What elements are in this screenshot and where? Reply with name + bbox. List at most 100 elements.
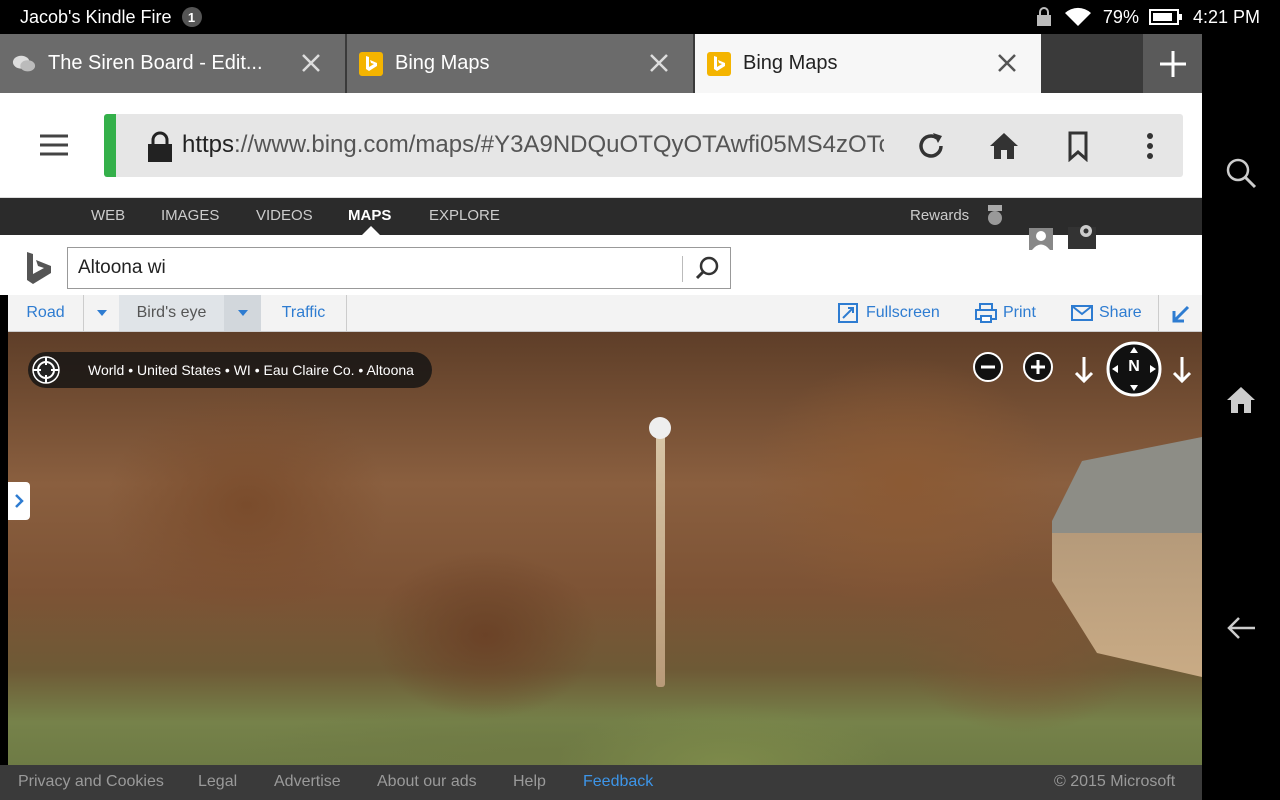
bing-icon	[707, 51, 731, 76]
footer-link-privacy[interactable]: Privacy and Cookies	[18, 773, 164, 791]
search-icon[interactable]	[1225, 157, 1257, 189]
nav-videos[interactable]: VIDEOS	[256, 207, 313, 224]
url-text[interactable]: https://www.bing.com/maps/#Y3A9NDQuOTQyO…	[182, 131, 884, 159]
url-path: ://www.bing.com/maps/#Y3A9NDQuOTQyOTAwfi…	[234, 131, 884, 158]
device-name: Jacob's Kindle Fire	[20, 6, 172, 27]
road-label: Road	[26, 304, 65, 321]
new-tab-button[interactable]	[1143, 34, 1202, 93]
map-view[interactable]: World • United States • WI • Eau Claire …	[8, 332, 1202, 765]
search-row	[0, 225, 1202, 295]
tab-bing-maps-1[interactable]: Bing Maps	[347, 34, 693, 93]
profile-icon[interactable]	[1028, 227, 1054, 251]
url-protocol: https	[182, 131, 235, 158]
footer-link-advertise[interactable]: Advertise	[274, 773, 341, 791]
search-icon[interactable]	[694, 255, 720, 281]
search-input[interactable]	[78, 256, 678, 280]
settings-gear-icon[interactable]	[1066, 221, 1098, 251]
clock: 4:21 PM	[1192, 6, 1260, 27]
footer-link-feedback[interactable]: Feedback	[583, 773, 653, 791]
print-label: Print	[1003, 304, 1036, 321]
status-bar: Jacob's Kindle Fire 1 79% 4:21 PM	[0, 0, 1280, 34]
copyright: © 2015 Microsoft	[1054, 773, 1176, 790]
birds-eye-dropdown[interactable]	[224, 295, 261, 331]
lock-status-icon	[1036, 7, 1051, 26]
search-box[interactable]	[67, 247, 731, 289]
search-divider	[682, 256, 683, 282]
share-label: Share	[1099, 304, 1142, 321]
printer-icon	[975, 303, 997, 323]
rewards-medal-icon[interactable]	[984, 204, 1006, 226]
bing-icon	[359, 51, 383, 76]
birds-eye-button[interactable]: Bird's eye	[119, 295, 224, 331]
location-breadcrumb[interactable]: World • United States • WI • Eau Claire …	[28, 352, 432, 388]
bookmark-icon[interactable]	[1062, 130, 1094, 162]
locate-me-icon[interactable]	[30, 354, 62, 386]
rewards-link[interactable]: Rewards	[910, 207, 969, 224]
birds-eye-label: Bird's eye	[136, 304, 207, 321]
rotate-left-arrow-icon[interactable]	[1068, 353, 1100, 385]
notification-badge: 1	[181, 7, 202, 27]
chevron-down-icon	[237, 310, 248, 316]
close-tab-icon[interactable]	[647, 51, 671, 75]
print-button[interactable]: Print	[975, 295, 1036, 331]
bing-logo-icon[interactable]	[24, 251, 54, 285]
tab-bing-maps-active[interactable]: Bing Maps	[695, 34, 1041, 93]
battery-percent: 79%	[1102, 6, 1139, 27]
traffic-label: Traffic	[281, 304, 326, 321]
footer-link-help[interactable]: Help	[513, 773, 546, 791]
compass[interactable]: N	[1106, 341, 1162, 397]
home-icon[interactable]	[1225, 384, 1257, 416]
tab-siren-board[interactable]: The Siren Board - Edit...	[0, 34, 345, 93]
status-right: 79% 4:21 PM	[1035, 0, 1260, 34]
system-nav-bar	[1202, 34, 1280, 800]
home-icon[interactable]	[988, 130, 1020, 162]
footer-link-about-ads[interactable]: About our ads	[377, 773, 477, 791]
road-dropdown[interactable]	[84, 295, 119, 331]
zoom-in-icon[interactable]	[1022, 351, 1054, 383]
wifi-icon	[1064, 7, 1091, 26]
toolbar-divider	[346, 295, 347, 331]
light-pole-lamp	[649, 417, 671, 439]
light-pole	[656, 422, 665, 687]
secure-lock-icon	[148, 131, 172, 162]
footer-link-legal[interactable]: Legal	[198, 773, 237, 791]
active-nav-caret	[362, 226, 380, 235]
screen: Jacob's Kindle Fire 1 79% 4:21 PM The Si…	[0, 0, 1280, 800]
traffic-button[interactable]: Traffic	[261, 295, 346, 331]
nav-web[interactable]: WEB	[91, 207, 125, 224]
back-arrow-icon[interactable]	[1225, 612, 1257, 644]
rotate-right-arrow-icon[interactable]	[1166, 353, 1198, 385]
fullscreen-button[interactable]: Fullscreen	[838, 295, 940, 331]
hamburger-menu-icon[interactable]	[38, 131, 70, 159]
road-view-button[interactable]: Road	[8, 295, 83, 331]
chevron-down-icon	[96, 310, 107, 316]
reload-icon[interactable]	[915, 130, 947, 162]
tab-title: The Siren Board - Edit...	[48, 52, 263, 74]
side-panel-toggle[interactable]	[8, 482, 30, 520]
compass-north-label: N	[1128, 358, 1140, 375]
share-button[interactable]: Share	[1071, 295, 1142, 331]
collapse-arrow-icon[interactable]	[1171, 304, 1191, 324]
envelope-icon	[1071, 305, 1093, 321]
page-footer: Privacy and Cookies Legal Advertise Abou…	[0, 765, 1202, 800]
overflow-menu-icon[interactable]	[1134, 130, 1166, 162]
battery-icon	[1148, 9, 1182, 25]
tab-bar: The Siren Board - Edit... Bing Maps Bing…	[0, 34, 1202, 93]
tab-title: Bing Maps	[395, 52, 490, 74]
plus-icon	[1159, 50, 1186, 77]
toolbar-divider	[1158, 295, 1159, 331]
chevron-right-icon	[15, 494, 24, 508]
zoom-out-icon[interactable]	[972, 351, 1004, 383]
house-roof	[1052, 437, 1202, 677]
nav-images[interactable]: IMAGES	[161, 207, 219, 224]
tab-title: Bing Maps	[743, 52, 838, 74]
breadcrumb-text: World • United States • WI • Eau Claire …	[88, 362, 414, 378]
fullscreen-label: Fullscreen	[866, 304, 940, 321]
close-tab-icon[interactable]	[995, 51, 1019, 75]
map-toolbar: Road Bird's eye Traffic Fullscreen Print…	[8, 295, 1202, 332]
close-tab-icon[interactable]	[299, 51, 323, 75]
nav-explore[interactable]: EXPLORE	[429, 207, 500, 224]
address-bar: https://www.bing.com/maps/#Y3A9NDQuOTQyO…	[0, 93, 1202, 198]
nav-maps[interactable]: MAPS	[348, 207, 391, 224]
url-field[interactable]: https://www.bing.com/maps/#Y3A9NDQuOTQyO…	[104, 114, 1183, 177]
